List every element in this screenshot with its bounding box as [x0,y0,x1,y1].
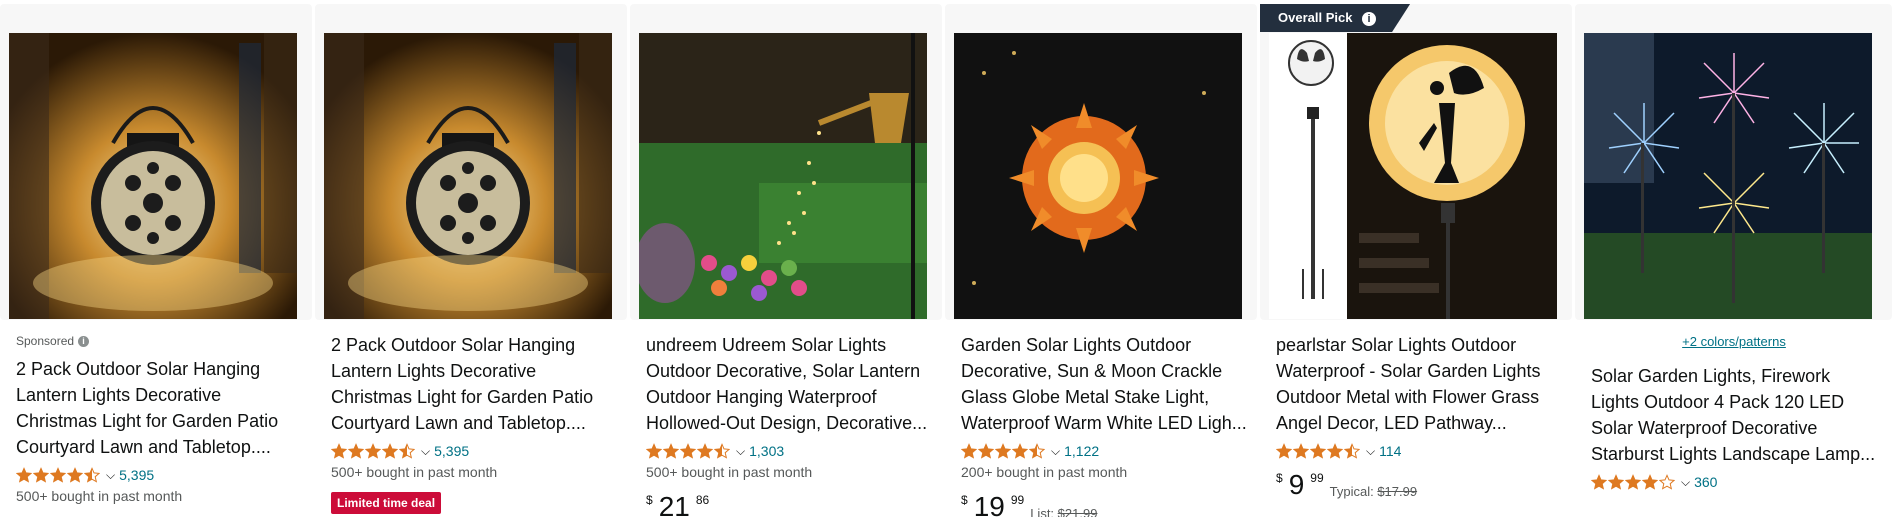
star-rating [1276,443,1360,459]
price[interactable]: $ 21 86 [646,492,932,517]
star-icon [978,443,994,459]
rating-row[interactable]: ⌵ 5,395 [331,440,617,462]
star-icon [646,443,662,459]
star-icon [697,443,713,459]
product-title[interactable]: pearlstar Solar Lights Outdoor Waterproo… [1276,332,1562,436]
review-count[interactable]: 114 [1379,443,1401,459]
star-icon [33,467,49,483]
product-title[interactable]: 2 Pack Outdoor Solar Hanging Lantern Lig… [16,356,302,460]
sun-moon-stake-light-image [954,33,1242,319]
list-price: List: $21.99 [1030,506,1098,517]
rating-row[interactable]: ⌵ 360 [1591,471,1877,493]
product-card[interactable]: Overall Pick i pearlstar Solar Lights Ou… [1260,0,1572,517]
star-icon [1029,443,1045,459]
star-rating [331,443,415,459]
bought-in-past-month: 500+ bought in past month [16,488,183,504]
chevron-down-icon[interactable]: ⌵ [106,468,115,483]
sponsored-label[interactable]: Sponsored i [16,332,302,350]
star-icon [331,443,347,459]
chevron-down-icon[interactable]: ⌵ [421,444,430,459]
star-icon [67,467,83,483]
fairy-garden-stake-image [1269,33,1557,319]
review-count[interactable]: 5,395 [119,467,154,483]
chevron-down-icon[interactable]: ⌵ [1366,444,1375,459]
bought-in-past-month: 200+ bought in past month [961,464,1128,480]
review-count[interactable]: 1,303 [749,443,784,459]
product-image[interactable] [630,4,942,320]
colors-patterns-link[interactable]: +2 colors/patterns [1591,334,1877,349]
star-icon [50,467,66,483]
star-icon [995,443,1011,459]
review-count[interactable]: 360 [1694,474,1717,490]
star-icon [1012,443,1028,459]
product-card[interactable]: Sponsored i 2 Pack Outdoor Solar Hanging… [0,0,312,517]
star-rating [961,443,1045,459]
bought-in-past-month: 500+ bought in past month [646,464,813,480]
star-rating [1591,474,1675,490]
star-icon [1608,474,1624,490]
product-image[interactable] [1575,4,1892,320]
review-count[interactable]: 1,122 [1064,443,1099,459]
star-icon [84,467,100,483]
product-title[interactable]: 2 Pack Outdoor Solar Hanging Lantern Lig… [331,332,617,436]
star-icon [1625,474,1641,490]
product-card[interactable]: 2 Pack Outdoor Solar Hanging Lantern Lig… [315,0,627,517]
star-icon [16,467,32,483]
typical-price: Typical: $17.99 [1329,484,1418,499]
lantern-image [9,33,297,319]
rating-row[interactable]: ⌵ 114 [1276,440,1562,462]
star-icon [1591,474,1607,490]
product-image[interactable] [315,4,627,320]
product-card[interactable]: undreem Udreem Solar Lights Outdoor Deco… [630,0,942,517]
product-image[interactable] [1260,4,1572,320]
rating-row[interactable]: ⌵ 5,395 [16,464,302,486]
limited-time-deal-badge: Limited time deal [331,492,442,514]
product-card[interactable]: Garden Solar Lights Outdoor Decorative, … [945,0,1257,517]
star-icon [663,443,679,459]
star-icon [365,443,381,459]
rating-row[interactable]: ⌵ 1,303 [646,440,932,462]
chevron-down-icon[interactable]: ⌵ [1681,475,1690,490]
product-card[interactable]: +2 colors/patterns Solar Garden Lights, … [1575,0,1892,517]
star-icon [1276,443,1292,459]
info-icon[interactable]: i [1362,12,1377,26]
firework-lights-image [1584,33,1872,319]
product-image[interactable] [0,4,312,320]
price[interactable]: $ 19 99 List: $21.99 [961,492,1247,517]
star-icon [714,443,730,459]
product-grid-row: Sponsored i 2 Pack Outdoor Solar Hanging… [0,0,1892,517]
price[interactable]: $ 9 99 Typical: $17.99 [1276,470,1562,500]
star-icon [382,443,398,459]
chevron-down-icon[interactable]: ⌵ [736,444,745,459]
overall-pick-badge[interactable]: Overall Pick i [1260,4,1411,32]
chevron-down-icon[interactable]: ⌵ [1051,444,1060,459]
star-icon [348,443,364,459]
star-icon [399,443,415,459]
product-title[interactable]: Solar Garden Lights, Firework Lights Out… [1591,363,1877,467]
star-icon [961,443,977,459]
product-title[interactable]: Garden Solar Lights Outdoor Decorative, … [961,332,1247,436]
star-icon [1642,474,1658,490]
star-icon [1344,443,1360,459]
star-icon [1327,443,1343,459]
star-icon [1293,443,1309,459]
star-rating [16,467,100,483]
star-icon [1310,443,1326,459]
info-icon[interactable]: i [78,335,90,347]
rating-row[interactable]: ⌵ 1,122 [961,440,1247,462]
lantern-image [324,33,612,319]
star-icon [680,443,696,459]
product-image[interactable] [945,4,1257,320]
star-rating [646,443,730,459]
star-icon [1659,474,1675,490]
review-count[interactable]: 5,395 [434,443,469,459]
watering-can-lights-image [639,33,927,319]
bought-in-past-month: 500+ bought in past month [331,464,498,480]
product-title[interactable]: undreem Udreem Solar Lights Outdoor Deco… [646,332,932,436]
